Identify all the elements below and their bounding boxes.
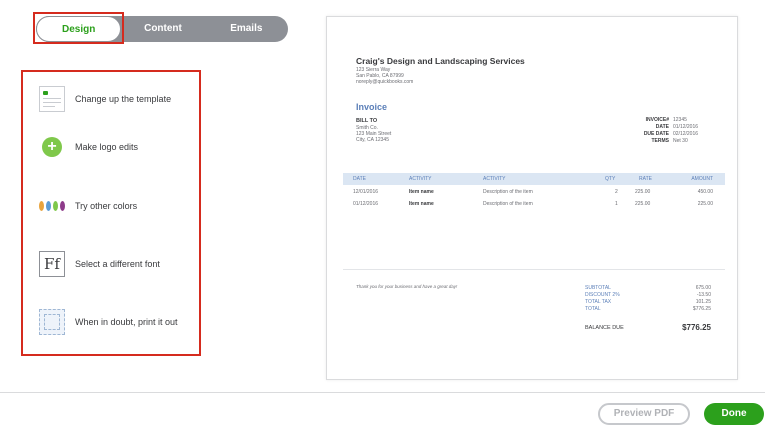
option-label: Try other colors <box>75 201 138 211</box>
preview-pdf-button[interactable]: Preview PDF <box>598 403 690 425</box>
print-layout-icon <box>39 309 65 335</box>
totals-block: SUBTOTAL 675.00 DISCOUNT 2% -13.50 TOTAL T… <box>585 285 711 313</box>
balance-due-label: BALANCE DUE <box>585 324 624 331</box>
row-amount: 225.00 <box>697 201 713 207</box>
option-label: When in doubt, print it out <box>75 317 178 327</box>
total-key: SUBTOTAL <box>585 285 611 291</box>
row-qty: 2 <box>615 189 618 195</box>
balance-due: BALANCE DUE $776.25 <box>585 323 711 332</box>
row-item: Item name <box>409 189 434 195</box>
color-swatch <box>46 201 51 211</box>
line-items-header: DATE ACTIVITY ACTIVITY QTY RATE AMOUNT <box>343 173 725 185</box>
color-palette-icon <box>39 193 65 219</box>
meta-value: 02/12/2016 <box>673 131 699 137</box>
font-icon: Ff <box>39 251 65 277</box>
row-rate: 225.00 <box>635 201 651 207</box>
option-change-template[interactable]: Change up the template <box>39 86 171 112</box>
color-swatch <box>60 201 65 211</box>
invoice-meta: INVOICE# 12345 DATE 01/12/2016 DUE DATE 02/… <box>644 117 703 145</box>
column-header: ACTIVITY <box>409 176 432 182</box>
divider <box>343 269 725 270</box>
total-value: -13.50 <box>696 292 711 298</box>
total-row: TOTAL $776.25 <box>585 306 711 313</box>
total-value: $776.25 <box>692 306 711 312</box>
table-row: 01/12/2016 Item name Description of the … <box>343 198 725 210</box>
total-key: TOTAL <box>585 306 601 312</box>
color-swatch <box>39 201 44 211</box>
meta-row: DUE DATE 02/12/2016 <box>644 131 703 138</box>
meta-key: INVOICE# <box>645 117 669 123</box>
total-value: 675.00 <box>695 285 711 291</box>
total-value: 101.25 <box>695 299 711 305</box>
column-header: AMOUNT <box>691 176 713 182</box>
meta-key: TERMS <box>651 138 670 144</box>
row-date: 12/01/2016 <box>353 189 379 195</box>
total-key: TOTAL TAX <box>585 299 612 305</box>
row-description: Description of the item <box>483 189 533 195</box>
column-header: ACTIVITY <box>483 176 506 182</box>
row-qty: 1 <box>615 201 618 207</box>
meta-value: Net 30 <box>673 138 688 144</box>
total-key: DISCOUNT 2% <box>585 292 620 298</box>
tab-content[interactable]: Content <box>121 16 204 42</box>
option-logo-edits[interactable]: + Make logo edits <box>39 134 138 160</box>
template-icon <box>39 86 65 112</box>
meta-key: DUE DATE <box>643 131 669 137</box>
thank-you-note: Thank you for your business and have a g… <box>356 284 458 289</box>
option-label: Select a different font <box>75 259 160 269</box>
invoice-customization-screen: Design Content Emails Change up the temp… <box>0 0 765 425</box>
row-date: 01/12/2016 <box>353 201 379 207</box>
invoice-preview: Craig's Design and Landscaping Services … <box>326 16 738 380</box>
balance-due-value: $776.25 <box>682 323 711 332</box>
design-options-panel: Change up the template + Make logo edits… <box>21 70 201 356</box>
option-label: Make logo edits <box>75 142 139 152</box>
add-logo-icon: + <box>39 134 65 160</box>
meta-value: 12345 <box>673 117 687 123</box>
color-swatch <box>53 201 58 211</box>
done-button[interactable]: Done <box>704 403 764 425</box>
meta-row: DATE 01/12/2016 <box>644 124 703 131</box>
option-other-colors[interactable]: Try other colors <box>39 193 137 219</box>
option-label: Change up the template <box>75 94 172 104</box>
invoice-title: Invoice <box>356 102 388 112</box>
column-header: RATE <box>639 176 652 182</box>
total-row: DISCOUNT 2% -13.50 <box>585 292 711 299</box>
tab-emails[interactable]: Emails <box>205 16 288 42</box>
footer-divider <box>0 392 765 393</box>
meta-value: 01/12/2016 <box>673 124 699 130</box>
meta-row: TERMS Net 30 <box>644 138 703 145</box>
column-header: DATE <box>353 176 366 182</box>
row-description: Description of the item <box>483 201 533 207</box>
table-row: 12/01/2016 Item name Description of the … <box>343 186 725 198</box>
row-amount: 450.00 <box>697 189 713 195</box>
option-print-it-out[interactable]: When in doubt, print it out <box>39 309 178 335</box>
row-item: Item name <box>409 201 434 207</box>
total-row: TOTAL TAX 101.25 <box>585 299 711 306</box>
meta-row: INVOICE# 12345 <box>644 117 703 124</box>
total-row: SUBTOTAL 675.00 <box>585 285 711 292</box>
row-rate: 225.00 <box>635 189 651 195</box>
meta-key: DATE <box>655 124 669 130</box>
column-header: QTY <box>605 176 616 182</box>
bill-to-label: BILL TO <box>356 118 378 124</box>
company-email: noreply@quickbooks.com <box>356 79 414 85</box>
bill-to-line: City, CA 12345 <box>356 137 389 143</box>
option-different-font[interactable]: Ff Select a different font <box>39 251 160 277</box>
tab-highlight-box <box>33 12 124 44</box>
company-name: Craig's Design and Landscaping Services <box>356 56 525 66</box>
